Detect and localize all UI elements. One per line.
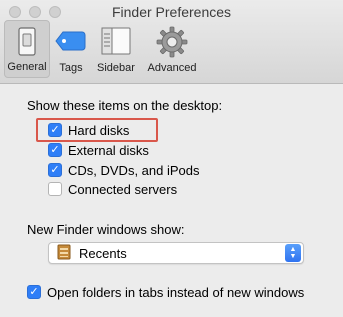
tab-general-label: General [7, 61, 47, 73]
open-in-tabs-checkbox[interactable]: ✓ [27, 285, 41, 299]
tag-icon [55, 26, 87, 59]
cds-dvds-checkbox[interactable]: ✓ [48, 163, 62, 177]
tab-tags-label: Tags [59, 62, 83, 74]
external-disks-checkbox[interactable]: ✓ [48, 143, 62, 157]
hard-disks-label: Hard disks [68, 122, 130, 138]
cds-dvds-label: CDs, DVDs, and iPods [68, 162, 200, 178]
tab-sidebar[interactable]: Sidebar [92, 20, 140, 78]
connected-servers-checkbox[interactable] [48, 182, 62, 196]
external-disks-label: External disks [68, 142, 149, 158]
new-window-select[interactable]: Recents ▲ ▼ [48, 242, 304, 264]
tab-advanced-label: Advanced [147, 62, 197, 74]
desktop-items-heading: Show these items on the desktop: [27, 98, 223, 113]
folder-icon [57, 244, 71, 263]
new-window-heading: New Finder windows show: [27, 222, 185, 237]
tab-sidebar-label: Sidebar [97, 62, 135, 74]
gear-icon [156, 26, 188, 61]
open-in-tabs-label: Open folders in tabs instead of new wind… [47, 284, 305, 300]
sidebar-icon [101, 26, 131, 59]
title-bar: Finder Preferences General Tags Sidebar … [0, 0, 343, 84]
hard-disks-option[interactable]: ✓ Hard disks [48, 121, 129, 139]
hard-disks-checkbox[interactable]: ✓ [48, 123, 62, 137]
new-window-select-value: Recents [79, 245, 127, 261]
chevron-updown-icon: ▲ ▼ [285, 244, 301, 262]
external-disks-option[interactable]: ✓ External disks [48, 141, 149, 159]
tab-tags[interactable]: Tags [52, 20, 90, 78]
tab-advanced[interactable]: Advanced [142, 20, 202, 78]
connected-servers-label: Connected servers [68, 181, 178, 197]
general-icon [16, 27, 38, 60]
cds-dvds-option[interactable]: ✓ CDs, DVDs, and iPods [48, 161, 200, 179]
open-in-tabs-option[interactable]: ✓ Open folders in tabs instead of new wi… [27, 283, 304, 301]
window-title: Finder Preferences [111, 4, 232, 20]
connected-servers-option[interactable]: Connected servers [48, 180, 177, 198]
tab-general[interactable]: General [4, 20, 50, 78]
